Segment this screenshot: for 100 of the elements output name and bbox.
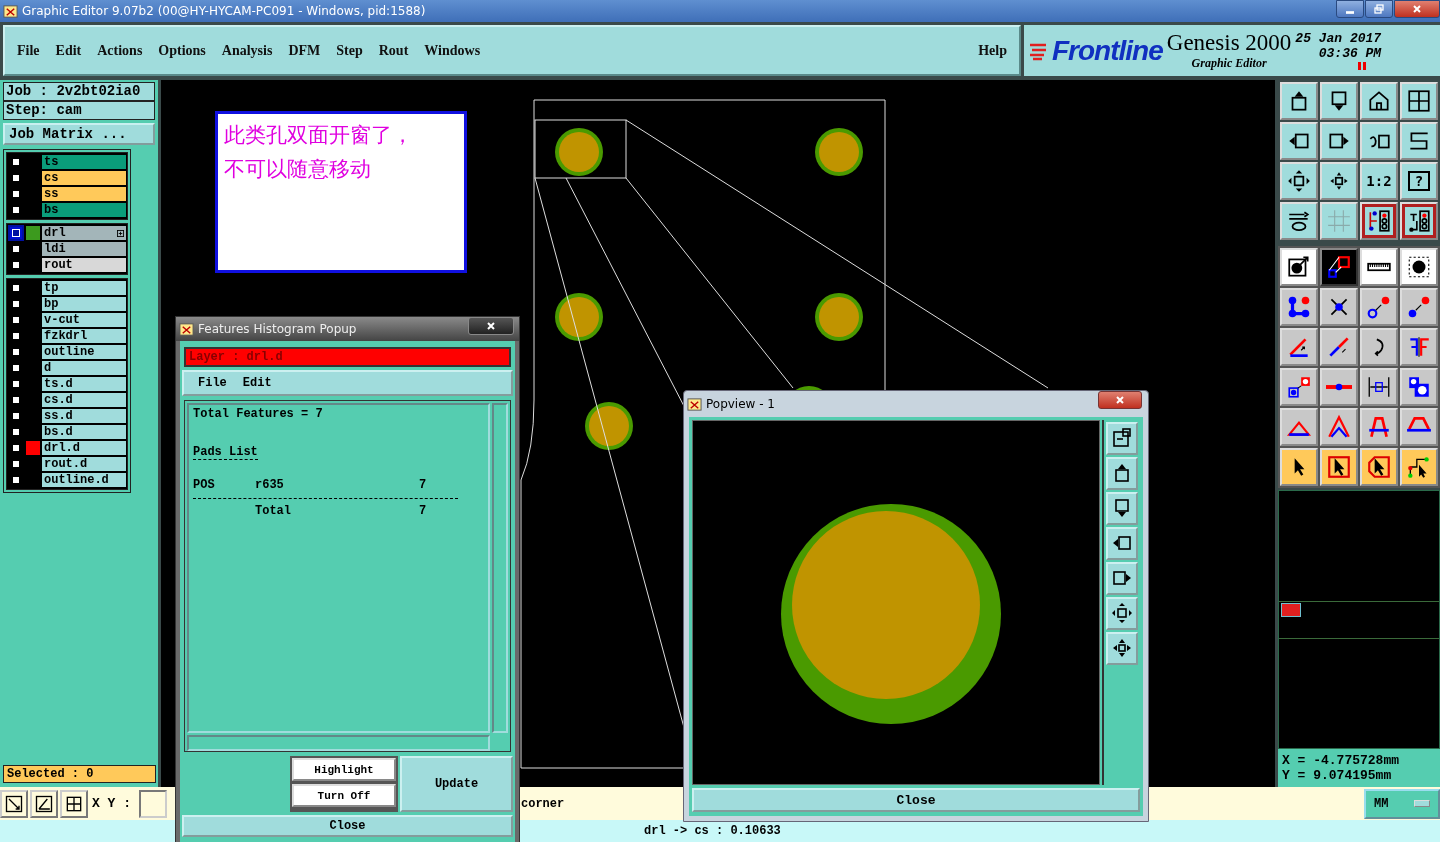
pointer-square-button[interactable]: [1320, 448, 1358, 486]
dimension-button[interactable]: [1360, 368, 1398, 406]
close-button[interactable]: Close: [182, 815, 513, 837]
window-grid-button[interactable]: [1400, 82, 1438, 120]
close-button[interactable]: [468, 317, 514, 335]
help-button[interactable]: ?: [1400, 162, 1438, 200]
layer-checkbox[interactable]: [10, 172, 22, 184]
triangle-button[interactable]: [1280, 408, 1318, 446]
layer-name[interactable]: fzkdrl: [42, 329, 126, 343]
close-button[interactable]: [1098, 391, 1142, 409]
line-dot-button[interactable]: [1320, 368, 1358, 406]
layer-name[interactable]: ts.d: [42, 377, 126, 391]
menu-item[interactable]: Step: [336, 42, 363, 59]
xy-input-field[interactable]: [139, 789, 167, 818]
help-menu[interactable]: Help: [978, 42, 1007, 59]
layer-name[interactable]: v-cut: [42, 313, 126, 327]
circle-arrow-button[interactable]: [1280, 248, 1318, 286]
circuit-lights-button[interactable]: [1400, 202, 1438, 240]
small-square-arrows-button[interactable]: [1320, 162, 1358, 200]
squares-arrow-button[interactable]: [1280, 368, 1318, 406]
layer-checkbox[interactable]: [10, 243, 22, 255]
square-arrows-button[interactable]: [1106, 597, 1138, 630]
diagonal-arrow-button[interactable]: [0, 789, 28, 818]
pointer-path-button[interactable]: [1400, 448, 1438, 486]
square-arrows-button[interactable]: [1280, 162, 1318, 200]
layer-checkbox[interactable]: [10, 378, 22, 390]
angle-measure-button[interactable]: [30, 789, 58, 818]
horizontal-scrollbar[interactable]: [187, 735, 490, 751]
menu-item[interactable]: Actions: [97, 42, 143, 59]
menu-item[interactable]: Windows: [424, 42, 481, 59]
turn-off-button[interactable]: Turn Off: [292, 784, 396, 807]
connected-dots-button[interactable]: [1280, 288, 1318, 326]
box-arrow-left-button[interactable]: [1106, 527, 1138, 560]
wrench-pen-button[interactable]: [1280, 202, 1318, 240]
box-arrow-up-button[interactable]: [1106, 457, 1138, 490]
mirror-f-button[interactable]: [1400, 328, 1438, 366]
layer-checkbox[interactable]: [10, 156, 22, 168]
box-arrow-left-button[interactable]: [1280, 122, 1318, 160]
close-button[interactable]: [1394, 0, 1440, 18]
layer-checkbox[interactable]: [10, 259, 22, 271]
dashed-square-circle-button[interactable]: [1400, 248, 1438, 286]
arch-button[interactable]: [1360, 408, 1398, 446]
layer-name[interactable]: cs: [42, 171, 126, 185]
layer-checkbox[interactable]: [10, 394, 22, 406]
layer-checkbox[interactable]: [10, 330, 22, 342]
layer-name[interactable]: outline.d: [42, 473, 126, 487]
layer-name[interactable]: bs: [42, 203, 126, 217]
house-button[interactable]: [1360, 82, 1398, 120]
layer-checkbox[interactable]: [10, 227, 22, 239]
layer-name[interactable]: ss.d: [42, 409, 126, 423]
pointer-button[interactable]: [1280, 448, 1318, 486]
layer-checkbox[interactable]: [10, 458, 22, 470]
pointer-octagon-button[interactable]: [1360, 448, 1398, 486]
trapezoid-button[interactable]: [1400, 408, 1438, 446]
circuit-lights-button[interactable]: [1360, 202, 1398, 240]
layer-name[interactable]: bp: [42, 297, 126, 311]
layer-checkbox[interactable]: [10, 188, 22, 200]
chevron-triangle-button[interactable]: [1320, 408, 1358, 446]
minimize-button[interactable]: [1336, 0, 1364, 18]
vertical-scrollbar[interactable]: [492, 403, 508, 733]
menu-item[interactable]: File: [198, 376, 227, 390]
box-arrow-down-button[interactable]: [1106, 492, 1138, 525]
box-arrow-in-button[interactable]: [1106, 422, 1138, 455]
update-button[interactable]: Update: [400, 756, 513, 812]
menu-item[interactable]: File: [17, 42, 40, 59]
layer-name[interactable]: cs.d: [42, 393, 126, 407]
units-dropdown[interactable]: MM: [1364, 788, 1440, 819]
s-curve-button[interactable]: [1400, 122, 1438, 160]
layer-checkbox[interactable]: [10, 426, 22, 438]
menu-item[interactable]: Edit: [242, 376, 272, 390]
layer-checkbox[interactable]: [10, 314, 22, 326]
layer-name[interactable]: d: [42, 361, 126, 375]
diagonal-line-button[interactable]: [1320, 328, 1358, 366]
close-button[interactable]: Close: [692, 788, 1140, 812]
circle-shapes-button[interactable]: [1400, 368, 1438, 406]
layer-name[interactable]: ts: [42, 155, 126, 169]
menu-item[interactable]: Options: [158, 42, 206, 59]
layer-checkbox[interactable]: [10, 298, 22, 310]
layer-name[interactable]: drl.d: [42, 441, 126, 455]
layer-checkbox[interactable]: [10, 410, 22, 422]
layer-name[interactable]: ss: [42, 187, 126, 201]
layer-name[interactable]: tp: [42, 281, 126, 295]
expand-icon[interactable]: [117, 229, 124, 237]
ruler-button[interactable]: [1360, 248, 1398, 286]
small-square-arrows-button[interactable]: [1106, 632, 1138, 665]
angle-line-button[interactable]: [1280, 328, 1318, 366]
layer-checkbox[interactable]: [10, 362, 22, 374]
layer-checkbox[interactable]: [10, 282, 22, 294]
box-arrow-up-button[interactable]: [1280, 82, 1318, 120]
box-arrow-right-button[interactable]: [1106, 562, 1138, 595]
menu-item[interactable]: Rout: [378, 42, 409, 59]
highlight-button[interactable]: Highlight: [292, 758, 396, 781]
layer-name[interactable]: rout: [42, 258, 126, 272]
job-matrix-button[interactable]: Job Matrix ...: [3, 123, 155, 145]
box-arrow-right-button[interactable]: [1320, 122, 1358, 160]
box-arrow-down-button[interactable]: [1320, 82, 1358, 120]
layer-name[interactable]: rout.d: [42, 457, 126, 471]
dot-arrow-button[interactable]: [1360, 288, 1398, 326]
menu-item[interactable]: DFM: [288, 42, 321, 59]
window-grid-button[interactable]: [60, 789, 88, 818]
